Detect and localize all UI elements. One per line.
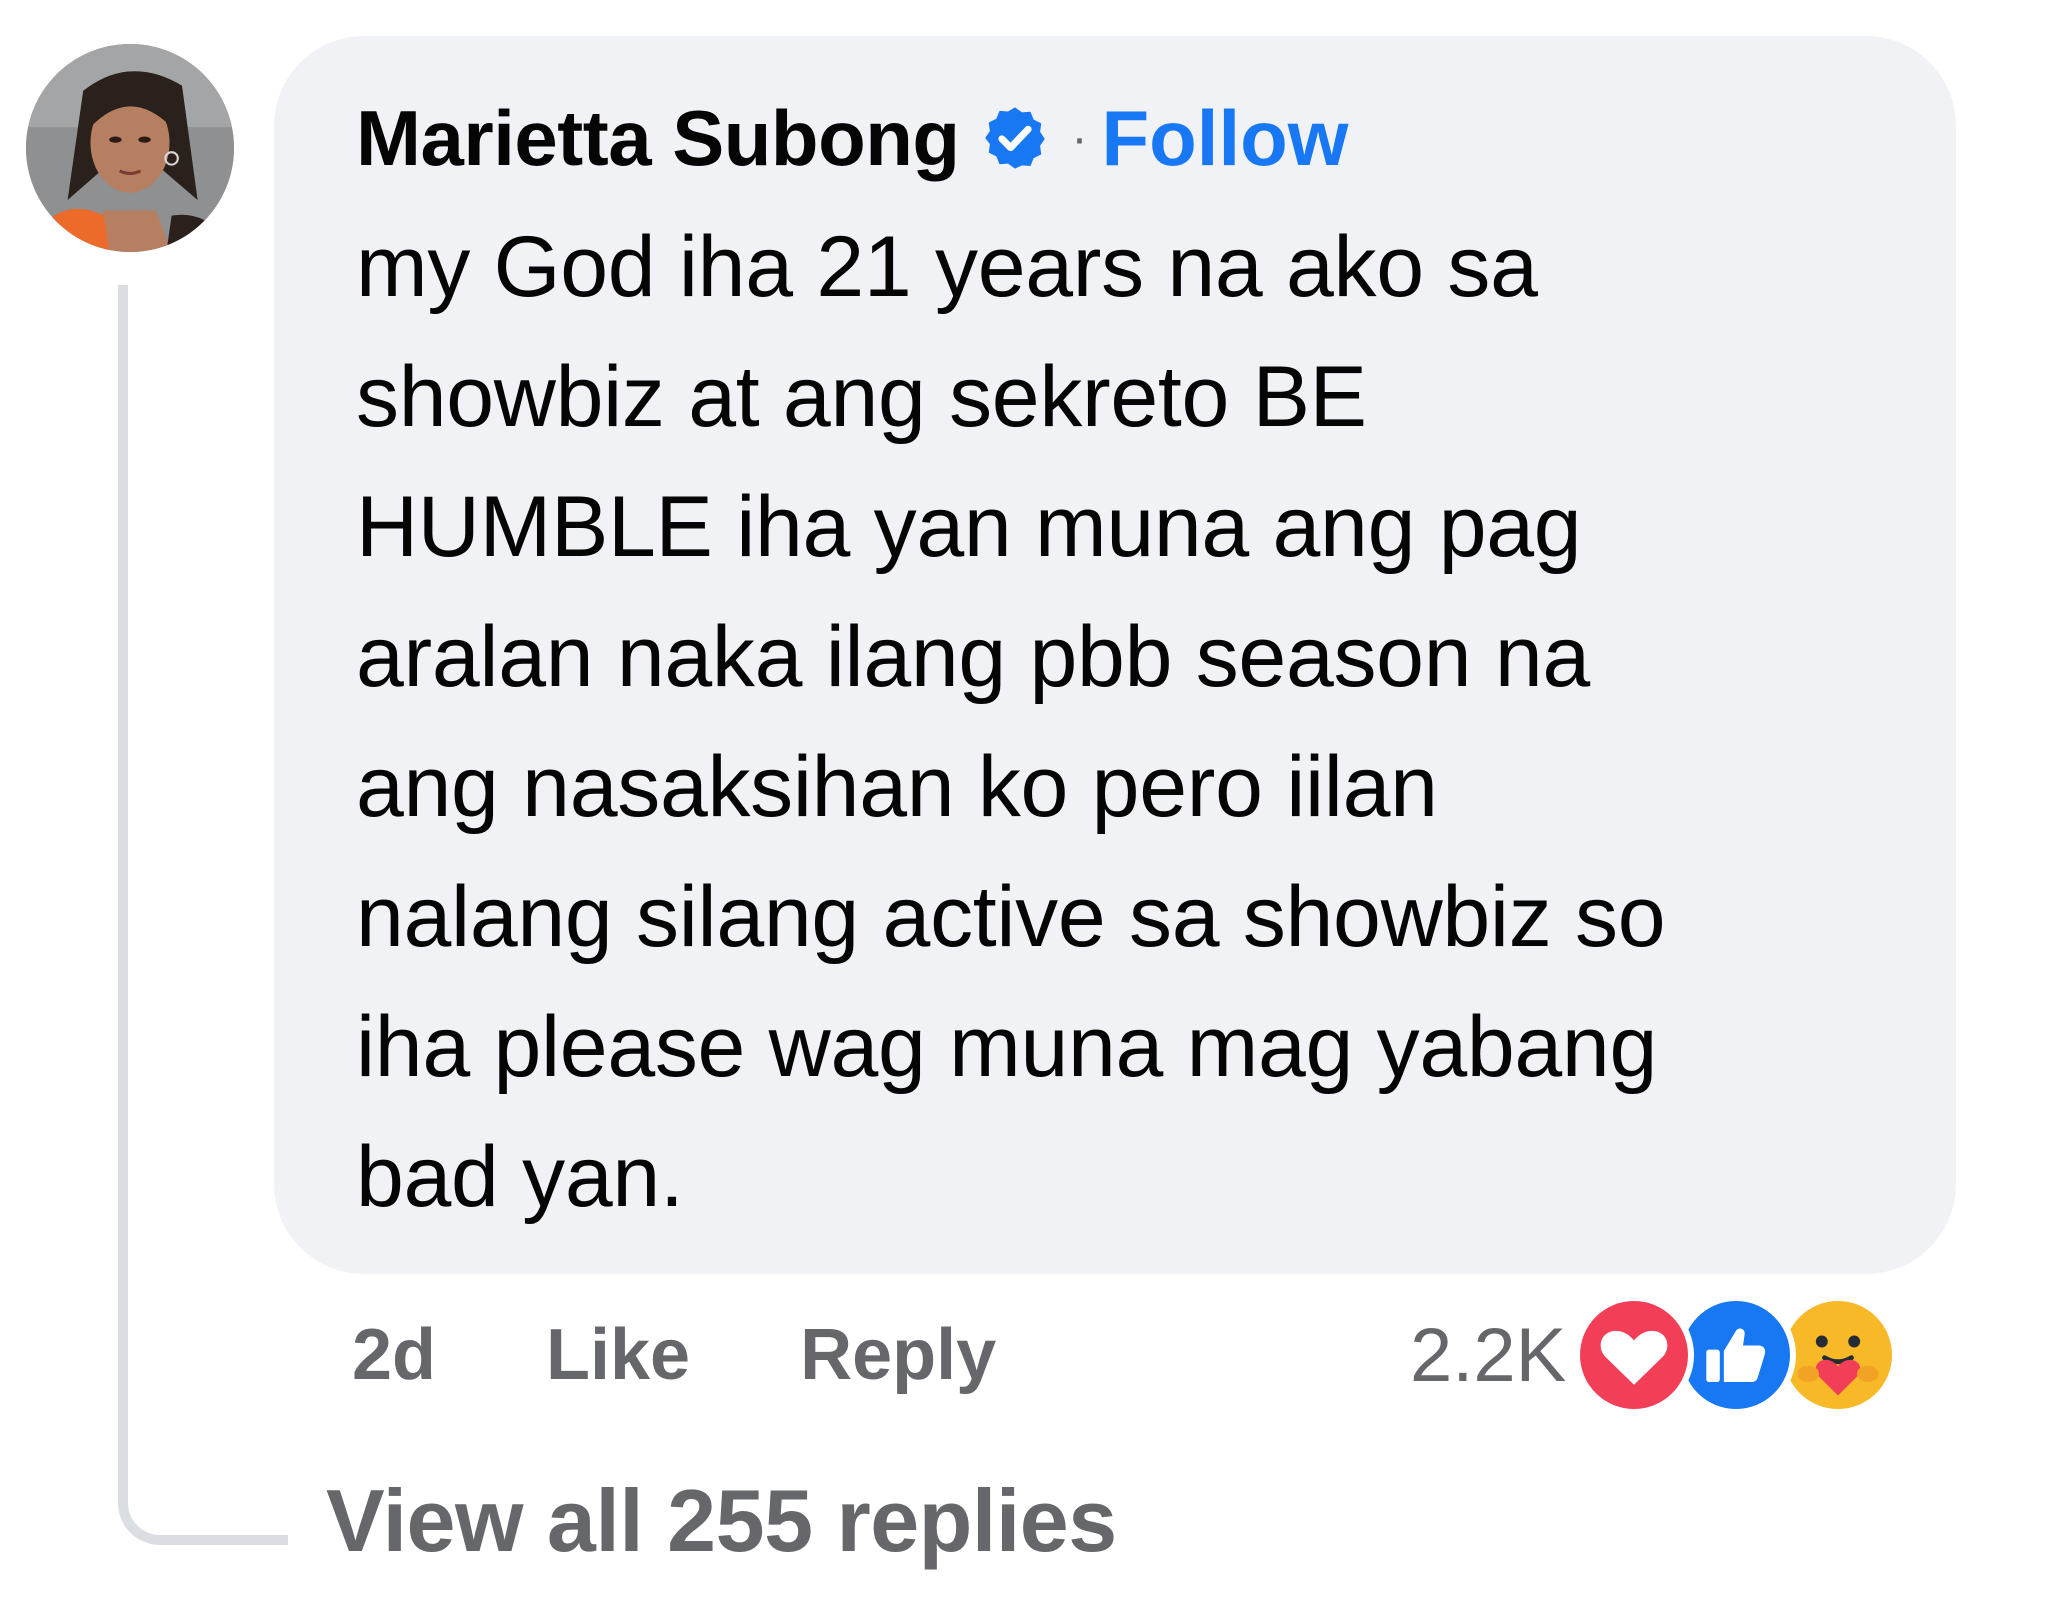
like-reaction-icon	[1676, 1295, 1797, 1415]
follow-button[interactable]: Follow	[1102, 93, 1349, 184]
comment-actions: 2d Like Reply	[352, 1300, 1106, 1410]
comment-timestamp[interactable]: 2d	[352, 1314, 436, 1396]
separator-dot: ·	[1071, 111, 1088, 165]
reaction-summary[interactable]: 2.2K	[1410, 1290, 1899, 1420]
reply-button[interactable]: Reply	[800, 1314, 996, 1396]
avatar[interactable]	[26, 44, 234, 252]
like-button[interactable]: Like	[546, 1314, 690, 1396]
verified-badge-icon	[980, 103, 1050, 173]
author-name[interactable]: Marietta Subong	[356, 93, 960, 184]
comment-header: Marietta Subong · Follow	[356, 88, 1896, 188]
profile-photo	[26, 44, 234, 252]
comment-bubble: Marietta Subong · Follow my God iha 21 y…	[274, 36, 1956, 1274]
love-reaction-icon	[1574, 1295, 1695, 1415]
view-all-replies-link[interactable]: View all 255 replies	[326, 1470, 1117, 1572]
reaction-icons	[1574, 1295, 1899, 1415]
care-reaction-icon	[1778, 1295, 1899, 1415]
comment-text: my God iha 21 years na ako sa showbiz at…	[356, 219, 1666, 1225]
reaction-count: 2.2K	[1410, 1312, 1567, 1398]
reply-thread-line	[118, 285, 288, 1545]
